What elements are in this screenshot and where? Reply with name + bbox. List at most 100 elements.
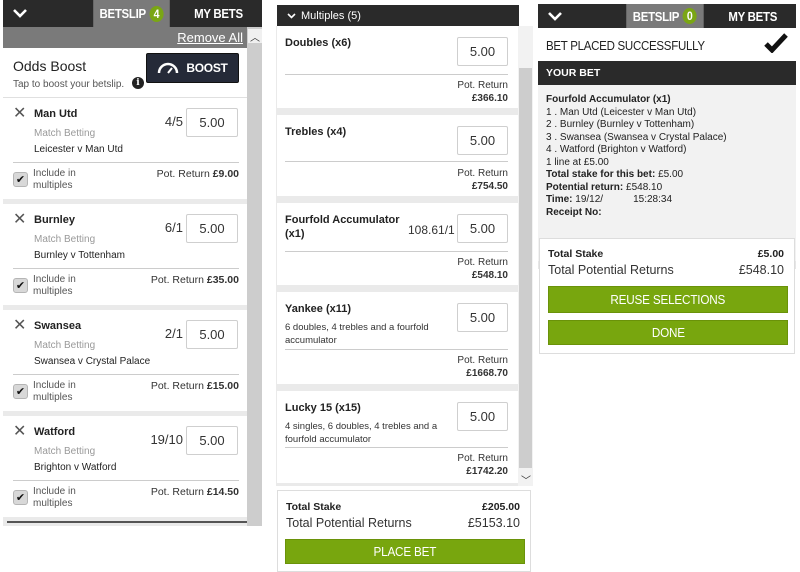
bottom-edge (7, 521, 247, 523)
remove-selection-icon[interactable]: ✕ (13, 209, 26, 229)
reuse-selections-button[interactable]: REUSE SELECTIONS (548, 286, 788, 313)
stake-input[interactable]: 5.00 (457, 126, 508, 155)
stake-input[interactable]: 5.00 (457, 402, 508, 431)
scrollbar[interactable] (247, 27, 262, 526)
total-stake-row: Total Stake £5.00 (548, 248, 784, 260)
your-bet-header: YOUR BET (538, 61, 796, 85)
return-value: £548.10 (471, 270, 508, 281)
info-icon[interactable]: i (132, 77, 144, 89)
return-value: £9.00 (212, 168, 239, 180)
selection-event: Brighton v Watford (34, 462, 117, 473)
place-bet-label: PLACE BET (373, 544, 437, 559)
chevron-down-icon (13, 9, 27, 18)
selection-item: ✕ Man Utd Match Betting Leicester v Man … (3, 98, 247, 199)
selection-odds: 2/1 (164, 326, 183, 341)
multiples-header[interactable]: Multiples (5) (277, 5, 519, 26)
multiple-item: Lucky 15 (x15) 4 singles, 6 doubles, 4 t… (277, 391, 518, 483)
receipt-leg: 4 . Watford (Brighton v Watford) (546, 144, 687, 155)
stake-input[interactable]: 5.00 (186, 320, 238, 349)
receipt-lines: 1 line at £5.00 (546, 156, 609, 168)
multiple-item: Trebles (x4) 5.00 Pot. Return £754.50 (277, 115, 518, 196)
odds-boost-subtitle: Tap to boost your betslip. (13, 79, 125, 90)
selection-odds: 4/5 (164, 114, 183, 129)
total-returns-label: Total Potential Returns (286, 516, 412, 530)
betslip-header: BETSLIP 4 MY BETS (3, 0, 262, 27)
return-label: Pot. Return (457, 80, 508, 91)
include-multiples-label: Include in multiples (33, 380, 76, 403)
tab-betslip[interactable]: BETSLIP 0 (626, 4, 704, 28)
remove-selection-icon[interactable]: ✕ (13, 315, 26, 335)
receipt-leg: 2 . Burnley (Burnley v Tottenham) (546, 119, 695, 130)
odds-boost-title: Odds Boost (13, 58, 87, 74)
selection-name: Burnley (34, 214, 75, 226)
betslip-count-badge: 4 (149, 5, 164, 22)
stake-input[interactable]: 5.00 (457, 37, 508, 66)
divider (13, 480, 239, 481)
potential-return: Pot. Return £35.00 (151, 274, 239, 286)
divider (285, 349, 508, 350)
collapse-button[interactable] (3, 0, 88, 27)
receipt-number: Receipt No: (546, 206, 602, 218)
total-stake-value: £205.00 (482, 501, 520, 513)
betslip-body: Remove All Odds Boost Tap to boost your … (3, 27, 247, 526)
stake-input[interactable]: 5.00 (186, 426, 238, 455)
tab-my-bets-label: MY BETS (727, 8, 777, 24)
include-multiples-checkbox[interactable]: ✔ (13, 490, 28, 505)
return-value: £366.10 (471, 93, 508, 104)
scroll-up-arrow[interactable]: ︿ (248, 29, 262, 44)
potential-return: Pot. Return £1742.20 (457, 452, 508, 478)
multiples-header-label: Multiples (5) (301, 9, 361, 22)
place-bet-button[interactable]: PLACE BET (285, 539, 525, 564)
stake-input[interactable]: 5.00 (457, 214, 508, 243)
return-label: Pot. Return (457, 257, 508, 268)
stake-input[interactable]: 5.00 (186, 108, 238, 137)
return-label: Pot. Return (150, 380, 204, 392)
scrollbar-thumb[interactable] (519, 68, 532, 468)
selection-odds: 19/10 (150, 432, 183, 447)
tab-my-bets[interactable]: MY BETS (714, 4, 791, 28)
stake-input[interactable]: 5.00 (186, 214, 238, 243)
receipt-leg: 1 . Man Utd (Leicester v Man Utd) (546, 106, 697, 118)
scroll-down-arrow[interactable]: ﹀ (519, 472, 533, 487)
remove-selection-icon[interactable]: ✕ (13, 103, 26, 123)
remove-all-link[interactable]: Remove All (177, 30, 243, 45)
include-multiples-checkbox[interactable]: ✔ (13, 172, 28, 187)
selection-event: Burnley v Tottenham (34, 250, 125, 261)
total-returns-row: Total Potential Returns £548.10 (548, 263, 784, 277)
return-label: Pot. Return (150, 274, 204, 286)
multiple-item: Fourfold Accumulator (x1) 108.61/1 5.00 … (277, 203, 518, 285)
multiple-description: 6 doubles, 4 trebles and a fourfold accu… (285, 322, 429, 346)
odds-boost-section: Odds Boost Tap to boost your betslip. i … (3, 48, 247, 98)
include-multiples-label: Include in multiples (33, 486, 76, 509)
potential-return: Pot. Return £754.50 (457, 167, 508, 193)
multiple-odds: 108.61/1 (408, 223, 455, 237)
speedometer-icon (158, 62, 179, 74)
total-returns-value: £5153.10 (467, 516, 520, 530)
totals-box: Total Stake £205.00 Total Potential Retu… (277, 490, 531, 572)
multiple-description: 4 singles, 6 doubles, 4 trebles and a fo… (285, 421, 438, 445)
selection-market: Match Betting (34, 340, 96, 351)
total-stake-label: Total Stake (286, 501, 342, 513)
boost-button[interactable]: BOOST (146, 53, 239, 83)
include-multiples-label: Include in multiples (33, 168, 76, 191)
tab-my-bets[interactable]: MY BETS (180, 0, 257, 27)
checkmark-icon: ✔ (15, 386, 26, 398)
done-label: DONE (651, 325, 685, 340)
selection-event: Leicester v Man Utd (34, 144, 123, 155)
tab-betslip[interactable]: BETSLIP 4 (93, 0, 170, 27)
collapse-button[interactable] (538, 4, 621, 28)
reuse-selections-label: REUSE SELECTIONS (610, 292, 726, 307)
divider (13, 374, 239, 375)
multiple-name: Trebles (x4) (285, 126, 347, 138)
stake-input[interactable]: 5.00 (457, 303, 508, 332)
include-multiples-checkbox[interactable]: ✔ (13, 384, 28, 399)
divider (13, 162, 239, 163)
remove-selection-icon[interactable]: ✕ (13, 421, 26, 441)
potential-return: Pot. Return £1668.70 (457, 354, 508, 380)
bet-receipt: Fourfold Accumulator (x1) 1 . Man Utd (L… (538, 85, 796, 261)
receipt-leg: 3 . Swansea (Swansea v Crystal Palace) (546, 131, 727, 143)
divider (13, 268, 239, 269)
include-multiples-checkbox[interactable]: ✔ (13, 278, 28, 293)
potential-return: Pot. Return £9.00 (157, 168, 239, 180)
done-button[interactable]: DONE (548, 320, 788, 345)
